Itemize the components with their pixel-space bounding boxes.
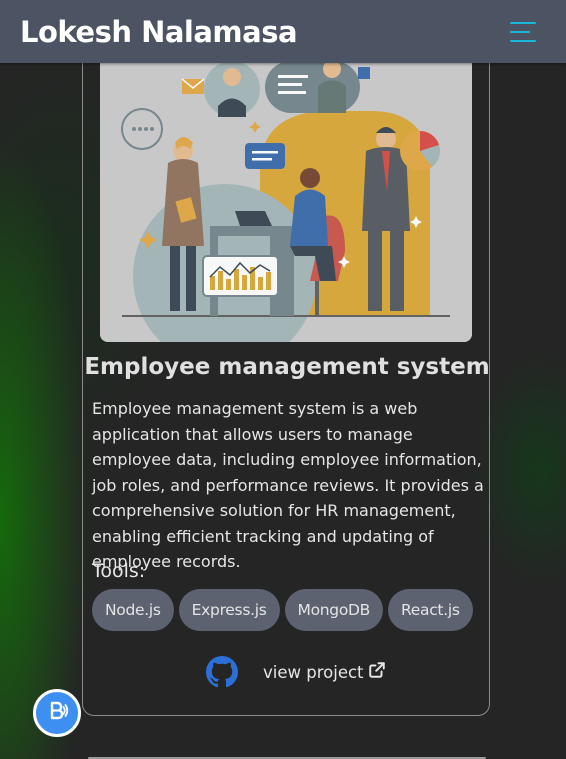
project-description: Employee management system is a web appl… [92,399,484,571]
tool-chip-nodejs: Node.js [92,589,174,631]
brand-name[interactable]: Lokesh Nalamasa [20,15,298,49]
project-image [100,51,472,342]
tools-list: Node.js Express.js MongoDB React.js [92,589,473,631]
tool-chip-mongodb: MongoDB [284,589,383,631]
floating-action-button[interactable] [33,689,81,737]
project-links: view project [206,655,386,689]
tools-label: Tools: [92,560,146,582]
tool-chip-expressjs: Express.js [178,589,280,631]
hamburger-menu-icon[interactable] [510,21,538,42]
tool-chip-reactjs: React.js [388,589,473,631]
external-link-icon [368,661,386,683]
team-collaboration-illustration [100,51,472,342]
navbar: Lokesh Nalamasa [0,0,566,63]
view-project-label: view project [263,662,364,682]
project-title: Employee management system [84,354,490,380]
project-card: Employee management system Employee mana… [82,20,490,716]
github-icon[interactable] [206,656,238,688]
bitcoin-b-icon [44,698,70,728]
view-project-link[interactable]: view project [263,661,386,683]
